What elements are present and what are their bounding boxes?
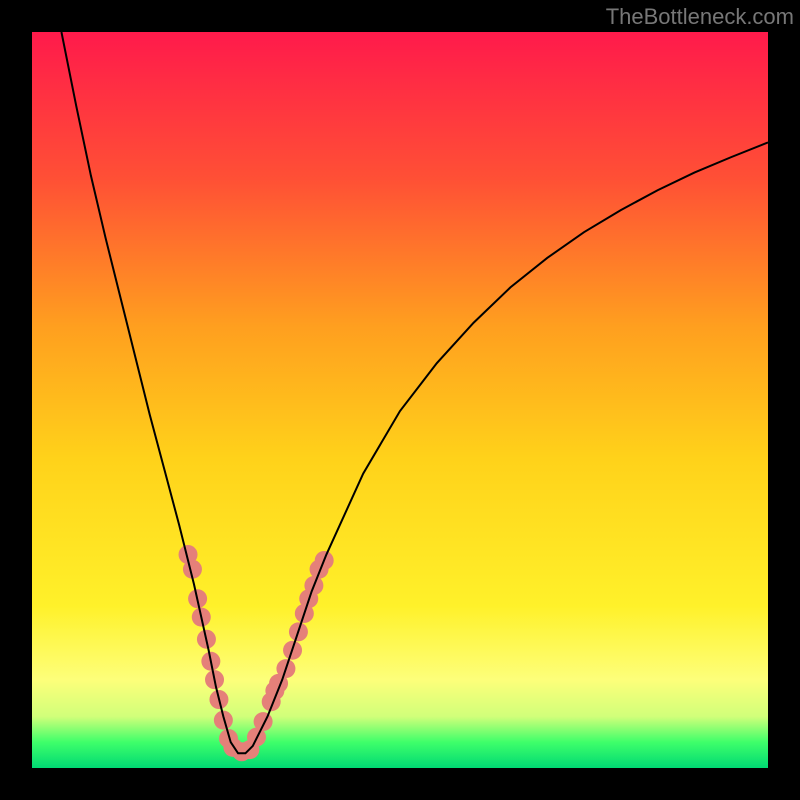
watermark-text: TheBottleneck.com bbox=[606, 4, 794, 30]
dot bbox=[254, 712, 273, 731]
plot-area bbox=[32, 32, 768, 768]
chart-frame: TheBottleneck.com bbox=[0, 0, 800, 800]
highlight-dots bbox=[179, 545, 334, 761]
curve-layer bbox=[32, 32, 768, 768]
bottleneck-curve bbox=[61, 32, 768, 753]
